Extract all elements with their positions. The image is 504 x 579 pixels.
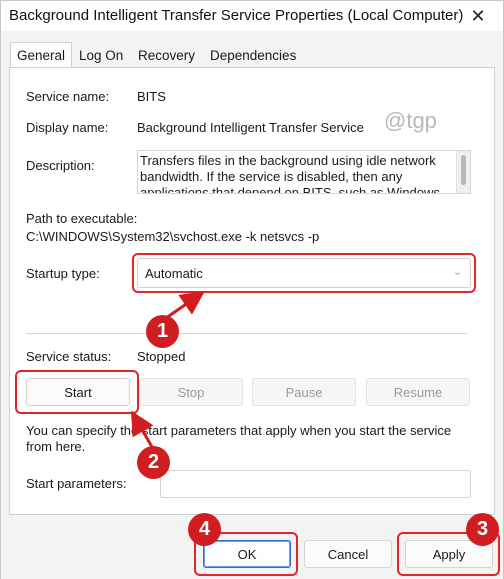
scrollbar-thumb[interactable]	[461, 155, 466, 185]
start-params-input[interactable]	[160, 470, 471, 498]
tab-dependencies[interactable]: Dependencies	[204, 45, 302, 69]
ok-button[interactable]: OK	[203, 540, 291, 568]
service-name-label: Service name:	[26, 89, 110, 104]
tab-strip: General Log On Recovery Dependencies	[1, 31, 503, 70]
resume-button[interactable]: Resume	[366, 378, 470, 406]
window-title: Background Intelligent Transfer Service …	[9, 7, 464, 24]
chevron-down-icon: ⌄	[452, 266, 462, 278]
pause-button[interactable]: Pause	[252, 378, 356, 406]
startup-type-label: Startup type:	[26, 266, 100, 281]
service-status-label: Service status:	[26, 349, 112, 364]
cancel-button[interactable]: Cancel	[304, 540, 392, 568]
start-params-hint: You can specify the start parameters tha…	[26, 423, 452, 454]
divider	[26, 333, 467, 334]
close-button[interactable]: ✕	[455, 2, 501, 30]
startup-type-dropdown[interactable]: Automatic ⌄	[137, 258, 471, 288]
startup-type-value: Automatic	[145, 266, 203, 281]
tab-general[interactable]: General	[10, 42, 73, 70]
path-value: C:\WINDOWS\System32\svchost.exe -k netsv…	[26, 229, 320, 244]
start-params-label: Start parameters:	[26, 476, 127, 491]
tab-recovery[interactable]: Recovery	[132, 45, 201, 69]
path-label: Path to executable:	[26, 211, 138, 226]
display-name-label: Display name:	[26, 120, 109, 135]
apply-button[interactable]: Apply	[405, 540, 493, 568]
tab-log-on[interactable]: Log On	[73, 45, 129, 69]
service-name-value: BITS	[137, 89, 166, 104]
description-box[interactable]: Transfers files in the background using …	[137, 150, 471, 194]
title-bar: Background Intelligent Transfer Service …	[1, 1, 503, 31]
display-name-value: Background Intelligent Transfer Service	[137, 120, 364, 135]
description-label: Description:	[26, 158, 95, 173]
description-value: Transfers files in the background using …	[140, 153, 440, 194]
service-status-value: Stopped	[137, 349, 186, 364]
stop-button[interactable]: Stop	[139, 378, 243, 406]
watermark: @tgp	[384, 108, 437, 133]
start-button[interactable]: Start	[26, 378, 130, 406]
close-icon: ✕	[470, 5, 486, 26]
description-scrollbar[interactable]	[456, 151, 470, 193]
